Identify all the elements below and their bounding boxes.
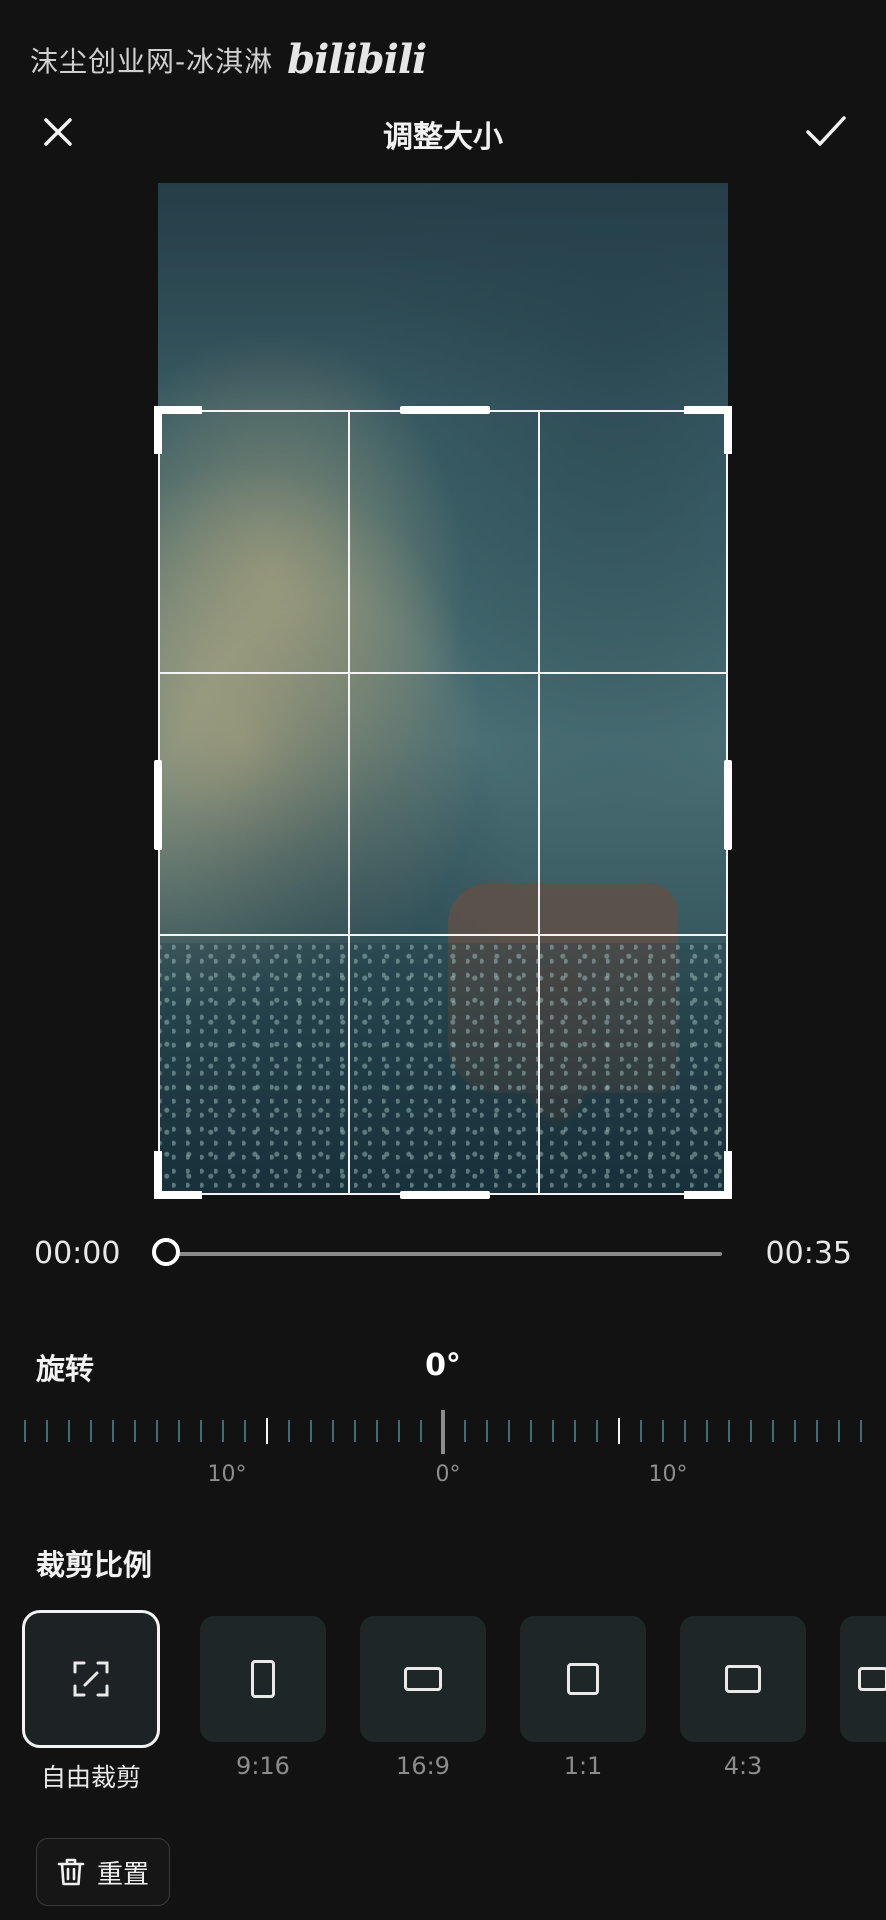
ruler-tick bbox=[662, 1420, 664, 1442]
reset-label: 重置 bbox=[96, 1859, 149, 1890]
ratio-option-label: 自由裁剪 bbox=[40, 1763, 141, 1792]
ruler-tick bbox=[816, 1420, 818, 1442]
crop-corner-handle-top-left[interactable] bbox=[154, 406, 202, 454]
ruler-tick bbox=[838, 1420, 840, 1442]
landscape-ratio-icon bbox=[404, 1667, 442, 1691]
timeline-scrubber[interactable] bbox=[152, 1238, 180, 1266]
ruler-tick bbox=[90, 1420, 92, 1442]
free-crop-icon bbox=[73, 1661, 109, 1697]
ruler-tick bbox=[222, 1420, 224, 1442]
ruler-label: 10° bbox=[648, 1462, 688, 1487]
reset-button[interactable]: 重置 bbox=[36, 1838, 170, 1906]
rotation-ruler[interactable] bbox=[18, 1410, 886, 1454]
crop-frame[interactable] bbox=[154, 406, 732, 1199]
ruler-label: 0° bbox=[435, 1462, 461, 1487]
ratio-option-label: 4:3 bbox=[723, 1752, 763, 1780]
crop-ratio-label: 裁剪比例 bbox=[36, 1548, 153, 1582]
ruler-major-tick bbox=[618, 1418, 620, 1444]
ruler-tick bbox=[464, 1420, 466, 1442]
ruler-major-tick bbox=[266, 1418, 268, 1444]
ruler-tick bbox=[310, 1420, 312, 1442]
check-icon bbox=[806, 116, 846, 146]
ratio-option-partial[interactable]: 2 bbox=[834, 1610, 886, 1780]
ruler-tick bbox=[860, 1420, 862, 1442]
crop-grid-line bbox=[348, 412, 350, 1193]
total-time: 00:35 bbox=[765, 1236, 852, 1271]
ruler-tick bbox=[112, 1420, 114, 1442]
timeline-track[interactable] bbox=[168, 1252, 722, 1256]
ruler-tick bbox=[640, 1420, 642, 1442]
ruler-tick bbox=[354, 1420, 356, 1442]
ruler-tick bbox=[750, 1420, 752, 1442]
ruler-tick bbox=[288, 1420, 290, 1442]
ruler-tick bbox=[486, 1420, 488, 1442]
ruler-tick bbox=[574, 1420, 576, 1442]
ratio-option-free[interactable]: 自由裁剪 bbox=[22, 1610, 160, 1794]
ruler-center-tick bbox=[441, 1410, 445, 1454]
ruler-tick bbox=[376, 1420, 378, 1442]
ruler-label: 10° bbox=[207, 1462, 247, 1487]
ratio-option-4-3[interactable]: 4:3 bbox=[674, 1610, 812, 1780]
watermark: 沫尘创业网-冰淇淋 bilibili bbox=[30, 36, 427, 83]
confirm-button[interactable] bbox=[802, 110, 850, 154]
ruler-tick bbox=[684, 1420, 686, 1442]
ruler-tick bbox=[398, 1420, 400, 1442]
ratio-option-16-9[interactable]: 16:9 bbox=[354, 1610, 492, 1780]
crop-edge-handle-left[interactable] bbox=[154, 760, 162, 850]
ratio-option-label: 9:16 bbox=[236, 1752, 290, 1780]
landscape-ratio-icon bbox=[725, 1665, 761, 1693]
bilibili-logo: bilibili bbox=[287, 36, 427, 83]
ruler-tick bbox=[552, 1420, 554, 1442]
ruler-tick bbox=[772, 1420, 774, 1442]
rotation-value: 0° bbox=[425, 1348, 461, 1383]
page-title: 调整大小 bbox=[383, 120, 503, 155]
ruler-tick bbox=[156, 1420, 158, 1442]
ruler-tick bbox=[420, 1420, 422, 1442]
trash-icon bbox=[57, 1858, 85, 1886]
watermark-text: 沫尘创业网-冰淇淋 bbox=[30, 44, 274, 78]
ratio-option-1-1[interactable]: 1:1 bbox=[514, 1610, 652, 1780]
ratio-option-9-16[interactable]: 9:16 bbox=[194, 1610, 332, 1780]
ruler-tick bbox=[24, 1420, 26, 1442]
current-time: 00:00 bbox=[34, 1236, 121, 1271]
crop-grid-line bbox=[160, 934, 726, 936]
ruler-tick bbox=[508, 1420, 510, 1442]
ruler-tick bbox=[46, 1420, 48, 1442]
ruler-tick bbox=[794, 1420, 796, 1442]
crop-corner-handle-top-right[interactable] bbox=[684, 406, 732, 454]
crop-grid-line bbox=[160, 672, 726, 674]
crop-edge-handle-bottom[interactable] bbox=[400, 1191, 490, 1199]
crop-ratio-list: 自由裁剪 9:16 16:9 1:1 4:3 2 bbox=[22, 1610, 886, 1792]
ruler-tick bbox=[244, 1420, 246, 1442]
crop-grid-line bbox=[538, 412, 540, 1193]
ruler-tick bbox=[200, 1420, 202, 1442]
crop-edge-handle-top[interactable] bbox=[400, 406, 490, 414]
ratio-option-label: 16:9 bbox=[396, 1752, 450, 1780]
ruler-tick bbox=[68, 1420, 70, 1442]
ratio-option-label: 1:1 bbox=[563, 1752, 603, 1780]
square-ratio-icon bbox=[567, 1663, 599, 1695]
ruler-tick bbox=[706, 1420, 708, 1442]
crop-edge-handle-right[interactable] bbox=[724, 760, 732, 850]
ruler-tick bbox=[530, 1420, 532, 1442]
ruler-tick bbox=[596, 1420, 598, 1442]
portrait-ratio-icon bbox=[251, 1660, 275, 1698]
top-bar: 调整大小 bbox=[0, 100, 886, 160]
ruler-tick bbox=[332, 1420, 334, 1442]
ratio-icon bbox=[858, 1667, 886, 1691]
ratio-option-label: 2 bbox=[834, 1752, 886, 1780]
ruler-tick bbox=[728, 1420, 730, 1442]
crop-corner-handle-bottom-left[interactable] bbox=[154, 1151, 202, 1199]
ruler-tick bbox=[134, 1420, 136, 1442]
ruler-tick bbox=[178, 1420, 180, 1442]
crop-corner-handle-bottom-right[interactable] bbox=[684, 1151, 732, 1199]
